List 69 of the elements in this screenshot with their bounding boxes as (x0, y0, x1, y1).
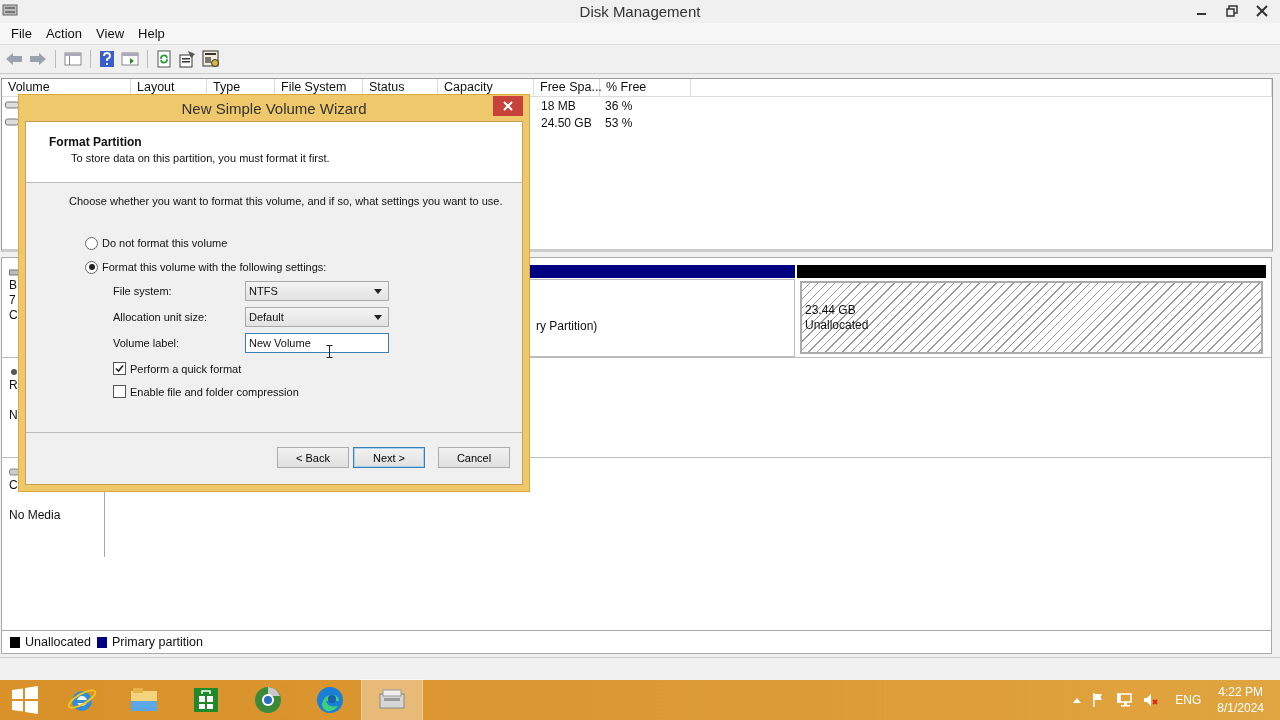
radio-label[interactable]: Do not format this volume (102, 237, 228, 249)
refresh-icon[interactable] (156, 50, 172, 68)
partition-info-text: 23.44 GB (805, 302, 857, 318)
properties-icon[interactable] (178, 50, 196, 68)
speaker-muted-icon[interactable] (1143, 692, 1160, 708)
disk-info-text: N (9, 408, 18, 423)
partition-info-text: Unallocated (805, 317, 869, 333)
dialog-title: New Simple Volume Wizard (181, 99, 367, 117)
drive-icon (5, 117, 19, 127)
checkbox[interactable] (113, 385, 126, 398)
dialog-button[interactable]: Cancel (438, 447, 510, 468)
disk-info-text: C (9, 308, 18, 323)
close-button[interactable] (493, 96, 523, 116)
dialog-button[interactable]: < Back (277, 447, 349, 468)
checkbox-label[interactable]: Perform a quick format (130, 362, 242, 375)
restore-button[interactable] (1226, 5, 1238, 17)
disk-info-text: 7 (9, 293, 16, 308)
column-header[interactable]: Free Spa... (534, 79, 600, 96)
input-field[interactable]: New Volume (245, 333, 389, 353)
radio-button[interactable] (85, 236, 98, 250)
close-button[interactable] (1256, 5, 1268, 17)
radio-label[interactable]: Format this volume with the following settings: (102, 261, 327, 273)
browser-circle-icon[interactable] (252, 684, 284, 716)
column-header[interactable]: % Free (600, 79, 691, 96)
console-tree-icon[interactable] (64, 51, 82, 67)
help-icon[interactable] (99, 50, 115, 68)
legend-label: Unallocated (25, 635, 91, 649)
instruction-text: Choose whether you want to format this volume, and if so, what settings you want to use. (68, 195, 503, 207)
field-label: Allocation unit size: (113, 311, 209, 323)
disk-info-text: C (9, 478, 18, 493)
disk-icon (9, 368, 19, 376)
disk-info-text: B (9, 278, 17, 293)
action-pane-icon[interactable] (121, 51, 139, 67)
menu-item[interactable]: File (4, 26, 39, 41)
page-subheading: To store data on this partition, you must format it first. (70, 152, 331, 164)
table-cell-text: 53 % (604, 115, 634, 130)
caret-icon (374, 288, 382, 294)
settings-icon[interactable] (202, 50, 220, 68)
menu-item[interactable]: Action (38, 26, 90, 41)
dropdown[interactable]: Default (245, 307, 389, 327)
table-cell-text: 36 % (604, 98, 634, 113)
checkbox-label[interactable]: Enable file and folder compression (130, 385, 299, 398)
network-icon[interactable] (1117, 692, 1134, 708)
forward-arrow-icon[interactable] (29, 51, 47, 67)
window-title: Disk Management (579, 3, 701, 20)
partition-info-text: ry Partition) (536, 318, 598, 334)
drive-icon (5, 100, 19, 110)
table-cell-text: 24.50 GB (540, 115, 593, 130)
text-cursor-icon (326, 345, 333, 358)
menu-item[interactable]: View (89, 26, 132, 41)
back-arrow-icon[interactable] (5, 51, 23, 67)
table-cell-text: 18 MB (540, 98, 577, 113)
checkbox[interactable] (113, 362, 126, 375)
dropdown[interactable]: NTFS (245, 281, 389, 301)
page-heading: Format Partition (49, 135, 143, 149)
disk-info-text: No Media (9, 508, 61, 523)
legend-label: Primary partition (112, 635, 203, 649)
app-icon (2, 3, 18, 17)
radio-button[interactable] (85, 260, 98, 274)
field-label: Volume label: (113, 337, 181, 349)
taskbar-app-button[interactable] (362, 680, 422, 720)
disk-info-text: R (9, 378, 18, 393)
show-hidden-icons-icon[interactable] (1073, 697, 1082, 703)
field-label: File system: (113, 285, 173, 297)
start-button[interactable] (10, 685, 40, 715)
browser-wave-icon[interactable] (314, 684, 346, 716)
caret-icon (374, 314, 382, 320)
dialog-button[interactable]: Next > (353, 447, 425, 468)
menu-item[interactable]: Help (131, 26, 172, 41)
